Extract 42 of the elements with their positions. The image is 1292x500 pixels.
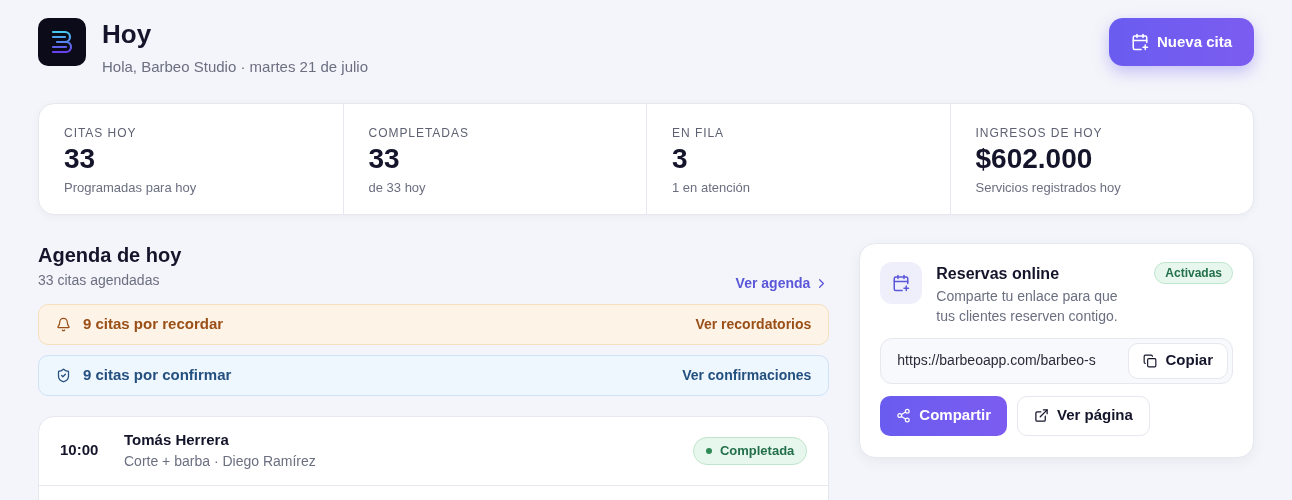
- status-badge: Completada: [692, 436, 808, 465]
- client-name: Tomás Herrera: [124, 429, 230, 450]
- status-badge: Activadas: [1154, 261, 1233, 284]
- page-title: Hoy: [102, 18, 153, 50]
- stat-label: EN FILA: [672, 124, 726, 142]
- stat-value: $602.000: [975, 141, 1094, 176]
- stat-value: 33: [64, 141, 97, 176]
- alert-text: 9 citas por recordar: [83, 313, 224, 334]
- stat-label: COMPLETADAS: [368, 124, 470, 142]
- stat-note: Programadas para hoy: [64, 178, 198, 197]
- section-subtitle: 33 citas agendadas: [38, 270, 160, 290]
- logo-icon: [51, 30, 73, 54]
- share-button[interactable]: Compartir: [880, 395, 1007, 436]
- alert-link[interactable]: Ver confirmaciones: [682, 364, 812, 386]
- page-subtitle: Hola, Barbeo Studio · martes 21 de julio: [102, 57, 368, 77]
- card-description: Comparte tu enlace para que tus clientes reserven contigo.: [936, 286, 1119, 326]
- section-title: Agenda de hoy: [38, 242, 183, 267]
- stat-note: Servicios registrados hoy: [975, 178, 1122, 197]
- booking-url: https://barbeoapp.com/barbeo-s: [897, 351, 1097, 370]
- share-icon: [896, 408, 912, 423]
- stat-note: de 33 hoy: [368, 178, 427, 197]
- copy-icon: [1143, 353, 1158, 368]
- bell-icon: [56, 316, 71, 332]
- shield-check-icon: [56, 367, 71, 383]
- stat-value: 3: [672, 141, 689, 176]
- stat-label: INGRESOS DE HOY: [975, 124, 1104, 142]
- link-field[interactable]: https://barbeoapp.com/barbeo-s Copiar: [880, 337, 1233, 384]
- calendar-plus-icon: [1130, 33, 1149, 51]
- copy-button[interactable]: Copiar: [1128, 342, 1228, 379]
- stat-label: CITAS HOY: [64, 124, 138, 142]
- view-agenda-link[interactable]: Ver agenda: [735, 272, 830, 294]
- view-page-button[interactable]: Ver página: [1017, 395, 1150, 436]
- alert-link[interactable]: Ver recordatorios: [695, 313, 812, 335]
- card-title: Reservas online: [936, 263, 1060, 284]
- external-link-icon: [1034, 408, 1049, 423]
- new-appointment-button[interactable]: Nueva cita: [1108, 18, 1254, 66]
- appointment-detail: Corte + barba · Diego Ramírez: [124, 452, 317, 472]
- alert-text: 9 citas por confirmar: [83, 364, 232, 385]
- stat-note: 1 en atención: [672, 178, 752, 197]
- calendar-plus-icon: [892, 273, 911, 292]
- appointment-time: 10:00: [60, 440, 100, 461]
- stat-value: 33: [368, 141, 401, 176]
